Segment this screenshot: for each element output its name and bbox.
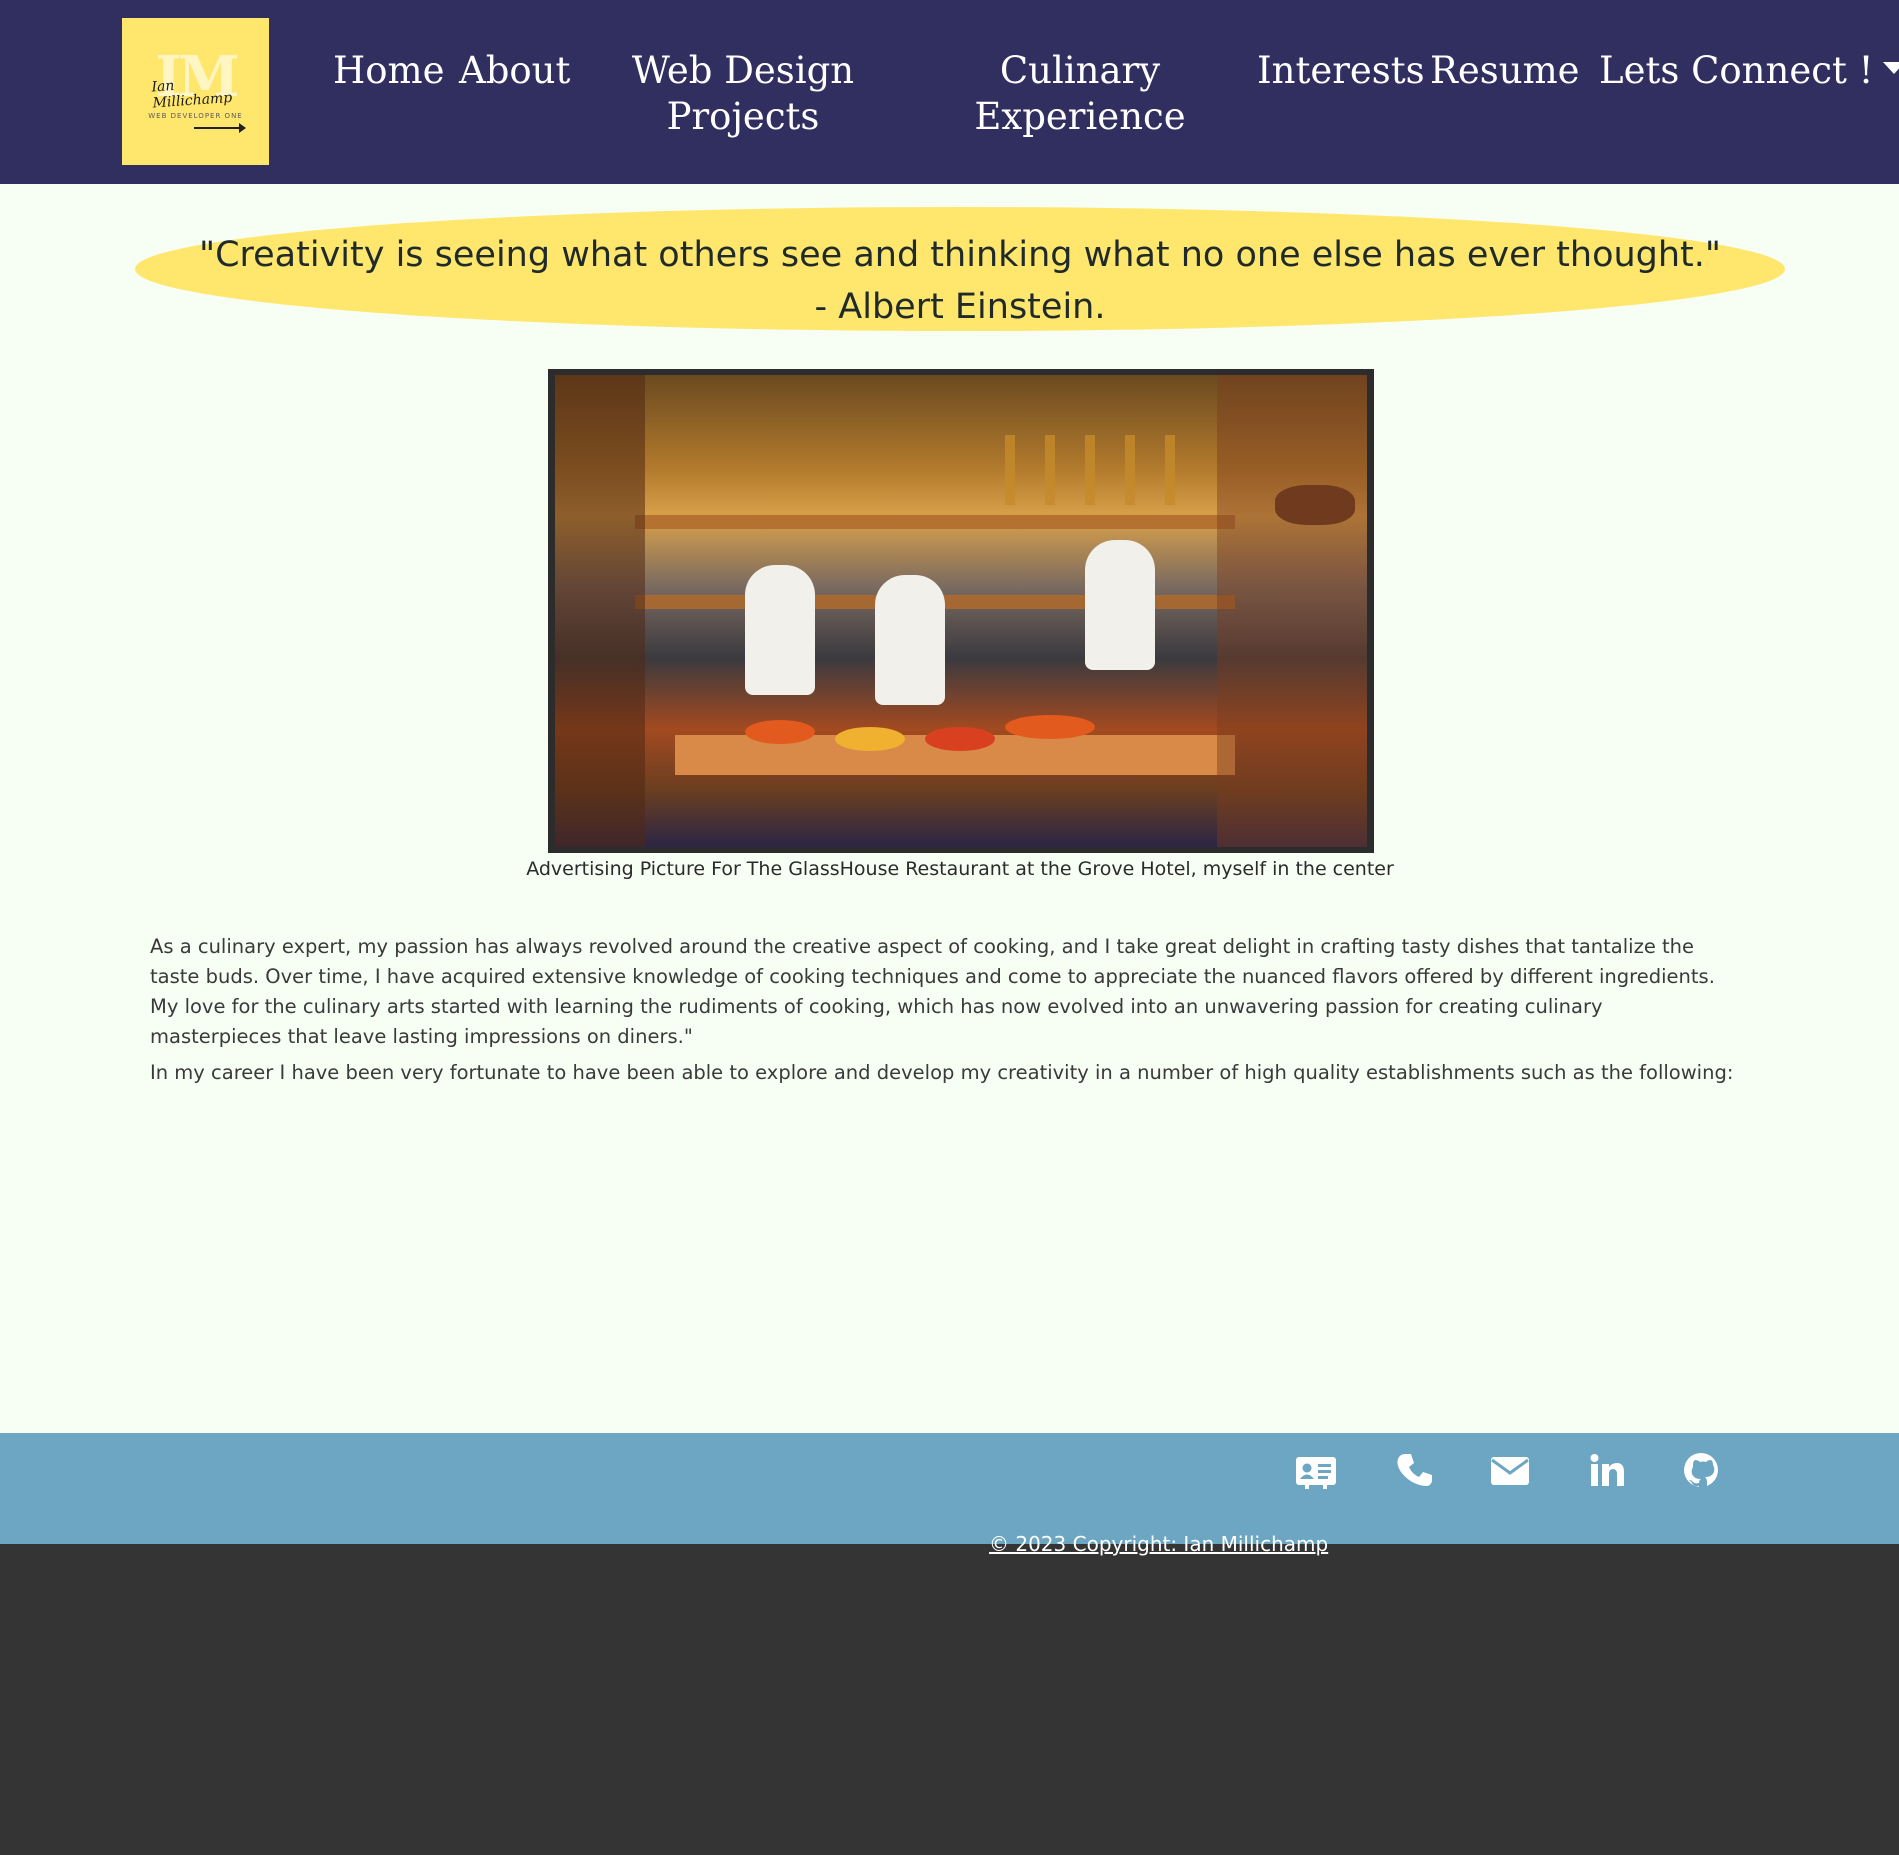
copyright-link[interactable]: © 2023 Copyright: Ian Millichamp	[989, 1532, 1328, 1556]
linkedin-icon[interactable]	[1584, 1449, 1628, 1493]
image-chef-right	[1085, 540, 1155, 670]
image-bottles	[1005, 435, 1195, 505]
site-logo[interactable]: IM Ian Millichamp WEB DEVELOPER ONE	[122, 18, 269, 165]
nav-link-about[interactable]: About	[459, 48, 570, 94]
nav-link-resume[interactable]: Resume	[1430, 48, 1580, 94]
intro-paragraph: As a culinary expert, my passion has alw…	[150, 935, 1715, 1048]
image-plate	[1005, 715, 1095, 739]
footer-social-bar	[0, 1433, 1899, 1544]
image-chef-center	[875, 575, 945, 705]
image-caption: Advertising Picture For The GlassHouse R…	[526, 858, 1394, 880]
phone-icon[interactable]	[1394, 1449, 1438, 1493]
image-plate	[745, 720, 815, 744]
caret-down-icon	[1883, 61, 1899, 74]
nav-link-home[interactable]: Home	[333, 48, 445, 94]
navbar: IM Ian Millichamp WEB DEVELOPER ONE Home…	[0, 0, 1899, 184]
image-chef-left	[745, 565, 815, 695]
hero-image-frame	[548, 369, 1374, 853]
image-blur-right	[1217, 375, 1367, 847]
image-plate	[925, 727, 995, 751]
logo-subtitle: WEB DEVELOPER ONE	[148, 112, 243, 120]
nav-dropdown-lets-connect[interactable]: Lets Connect !	[1599, 48, 1899, 94]
contact-card-icon[interactable]	[1294, 1449, 1338, 1493]
envelope-icon[interactable]	[1488, 1449, 1532, 1493]
lets-connect-label: Lets Connect !	[1599, 49, 1874, 92]
quote-banner: "Creativity is seeing what others see an…	[135, 207, 1785, 331]
quote-author: - Albert Einstein.	[814, 287, 1106, 327]
image-plate	[835, 727, 905, 751]
restaurant-kitchen-image	[555, 375, 1367, 847]
quote-text: "Creativity is seeing what others see an…	[198, 235, 1722, 275]
main-content: "Creativity is seeing what others see an…	[0, 184, 1899, 1433]
nav-link-interests[interactable]: Interests	[1257, 48, 1425, 94]
nav-link-web-design-projects[interactable]: Web Design Projects	[600, 48, 886, 140]
image-shelf	[635, 515, 1235, 529]
github-icon[interactable]	[1679, 1449, 1723, 1493]
image-blur-left	[555, 375, 645, 847]
career-paragraph: In my career I have been very fortunate …	[150, 1061, 1734, 1084]
logo-arrow-icon	[194, 123, 246, 133]
nav-link-culinary-experience[interactable]: Culinary Experience	[960, 48, 1200, 140]
